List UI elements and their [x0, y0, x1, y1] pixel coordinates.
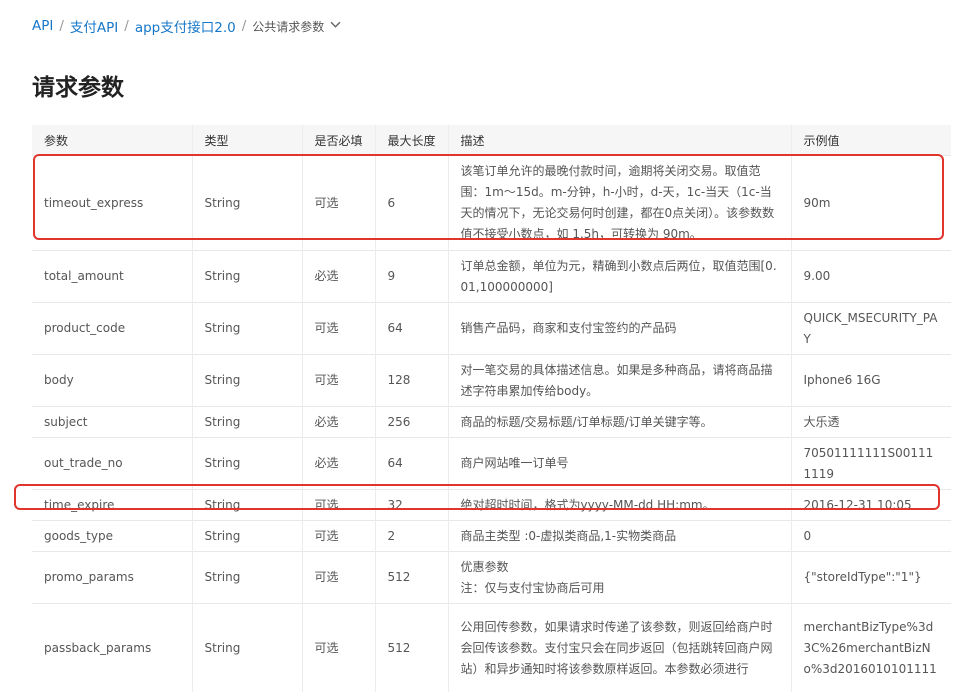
param-cell: total_amount [32, 251, 192, 303]
table-row: promo_paramsString可选512优惠参数 注：仅与支付宝协商后可用… [32, 552, 951, 604]
breadcrumb-current[interactable]: 公共请求参数 [252, 18, 324, 35]
table-row: total_amountString必选9订单总金额，单位为元，精确到小数点后两… [32, 251, 951, 303]
breadcrumb-link-api[interactable]: API [32, 18, 53, 34]
breadcrumb-link-app-pay[interactable]: app支付接口2.0 [135, 16, 236, 36]
type-cell: String [192, 521, 302, 552]
param-cell: promo_params [32, 552, 192, 604]
required-cell: 可选 [302, 552, 375, 604]
header-max-length: 最大长度 [375, 125, 448, 156]
type-cell: String [192, 303, 302, 355]
breadcrumb-separator: / [59, 18, 64, 34]
table-row: out_trade_noString必选64商户网站唯一订单号705011111… [32, 438, 951, 490]
example-cell: QUICK_MSECURITY_PAY [791, 303, 951, 355]
required-cell: 可选 [302, 156, 375, 251]
required-cell: 可选 [302, 604, 375, 692]
description-cell: 商户网站唯一订单号 [448, 438, 791, 490]
header-required: 是否必填 [302, 125, 375, 156]
type-cell: String [192, 438, 302, 490]
example-cell: 90m [791, 156, 951, 251]
type-cell: String [192, 604, 302, 692]
description-cell: 商品主类型 :0-虚拟类商品,1-实物类商品 [448, 521, 791, 552]
required-cell: 可选 [302, 303, 375, 355]
table-row: timeout_expressString可选6该笔订单允许的最晚付款时间，逾期… [32, 156, 951, 251]
max-length-cell: 64 [375, 438, 448, 490]
max-length-cell: 256 [375, 407, 448, 438]
table-row: goods_typeString可选2商品主类型 :0-虚拟类商品,1-实物类商… [32, 521, 951, 552]
example-cell: merchantBizType%3d3C%26merchantBizNo%3d2… [791, 604, 951, 692]
type-cell: String [192, 407, 302, 438]
params-table: 参数 类型 是否必填 最大长度 描述 示例值 timeout_expressSt… [32, 125, 951, 692]
table-row: product_codeString可选64销售产品码，商家和支付宝签约的产品码… [32, 303, 951, 355]
description-cell: 公用回传参数，如果请求时传递了该参数，则返回给商户时会回传该参数。支付宝只会在同… [448, 604, 791, 692]
table-header-row: 参数 类型 是否必填 最大长度 描述 示例值 [32, 125, 951, 156]
example-cell: 0 [791, 521, 951, 552]
type-cell: String [192, 552, 302, 604]
header-type: 类型 [192, 125, 302, 156]
description-cell: 优惠参数 注：仅与支付宝协商后可用 [448, 552, 791, 604]
max-length-cell: 64 [375, 303, 448, 355]
example-cell: 大乐透 [791, 407, 951, 438]
header-param: 参数 [32, 125, 192, 156]
type-cell: String [192, 490, 302, 521]
example-cell: 2016-12-31 10:05 [791, 490, 951, 521]
table-row: subjectString必选256商品的标题/交易标题/订单标题/订单关键字等… [32, 407, 951, 438]
description-cell: 该笔订单允许的最晚付款时间，逾期将关闭交易。取值范围：1m～15d。m-分钟，h… [448, 156, 791, 251]
param-cell: out_trade_no [32, 438, 192, 490]
chevron-down-icon[interactable] [330, 19, 341, 33]
example-cell: 70501111111S001111119 [791, 438, 951, 490]
required-cell: 必选 [302, 251, 375, 303]
header-description: 描述 [448, 125, 791, 156]
param-cell: body [32, 355, 192, 407]
description-cell: 销售产品码，商家和支付宝签约的产品码 [448, 303, 791, 355]
required-cell: 可选 [302, 490, 375, 521]
max-length-cell: 512 [375, 552, 448, 604]
param-cell: time_expire [32, 490, 192, 521]
max-length-cell: 6 [375, 156, 448, 251]
type-cell: String [192, 355, 302, 407]
required-cell: 必选 [302, 438, 375, 490]
breadcrumb-separator: / [124, 18, 129, 34]
max-length-cell: 2 [375, 521, 448, 552]
example-cell: Iphone6 16G [791, 355, 951, 407]
table-row: passback_paramsString可选512公用回传参数，如果请求时传递… [32, 604, 951, 692]
description-cell: 对一笔交易的具体描述信息。如果是多种商品，请将商品描述字符串累加传给body。 [448, 355, 791, 407]
type-cell: String [192, 156, 302, 251]
table-row: time_expireString可选32绝对超时时间，格式为yyyy-MM-d… [32, 490, 951, 521]
table-row: bodyString可选128对一笔交易的具体描述信息。如果是多种商品，请将商品… [32, 355, 951, 407]
required-cell: 可选 [302, 521, 375, 552]
breadcrumb: API / 支付API / app支付接口2.0 / 公共请求参数 [32, 14, 341, 38]
example-cell: {"storeIdType":"1"} [791, 552, 951, 604]
description-cell: 绝对超时时间，格式为yyyy-MM-dd HH:mm。 [448, 490, 791, 521]
param-cell: product_code [32, 303, 192, 355]
param-cell: timeout_express [32, 156, 192, 251]
max-length-cell: 9 [375, 251, 448, 303]
description-cell: 商品的标题/交易标题/订单标题/订单关键字等。 [448, 407, 791, 438]
param-cell: subject [32, 407, 192, 438]
breadcrumb-link-pay-api[interactable]: 支付API [70, 16, 118, 36]
required-cell: 可选 [302, 355, 375, 407]
type-cell: String [192, 251, 302, 303]
max-length-cell: 32 [375, 490, 448, 521]
param-cell: passback_params [32, 604, 192, 692]
param-cell: goods_type [32, 521, 192, 552]
breadcrumb-separator: / [242, 18, 247, 34]
required-cell: 必选 [302, 407, 375, 438]
page-title: 请求参数 [32, 68, 124, 102]
description-cell: 订单总金额，单位为元，精确到小数点后两位，取值范围[0.01,100000000… [448, 251, 791, 303]
example-cell: 9.00 [791, 251, 951, 303]
max-length-cell: 512 [375, 604, 448, 692]
header-example: 示例值 [791, 125, 951, 156]
max-length-cell: 128 [375, 355, 448, 407]
